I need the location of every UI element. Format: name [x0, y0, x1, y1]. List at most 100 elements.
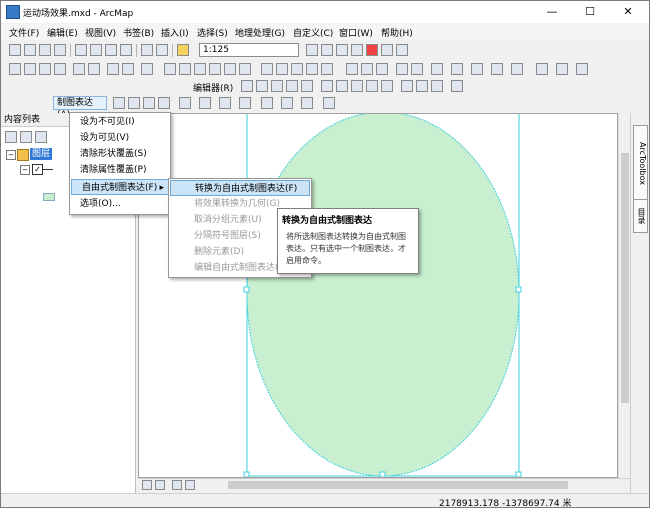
- edit-vertices-icon[interactable]: [321, 80, 333, 92]
- undo-icon[interactable]: [141, 44, 153, 56]
- menu-set-visible[interactable]: 设为可见(V): [70, 130, 170, 146]
- search-window-icon[interactable]: [351, 44, 363, 56]
- time-slider-icon[interactable]: [276, 63, 288, 75]
- menu-free-representation[interactable]: 自由式制图表达(F) ▸: [71, 179, 169, 195]
- rotate-tool-icon[interactable]: [261, 97, 273, 109]
- open-folder-icon[interactable]: [24, 44, 36, 56]
- warp-tool-icon[interactable]: [239, 97, 251, 109]
- find-icon[interactable]: [194, 63, 206, 75]
- resize-tool-icon[interactable]: [281, 97, 293, 109]
- zoom-in-icon[interactable]: [9, 63, 21, 75]
- layer-visibility-checkbox[interactable]: ✓: [32, 164, 43, 175]
- go-to-xy-icon[interactable]: [209, 63, 221, 75]
- identify-icon[interactable]: [179, 63, 191, 75]
- move-tool-icon[interactable]: [219, 97, 231, 109]
- reshape-icon[interactable]: [336, 80, 348, 92]
- lasso-select-icon[interactable]: [143, 97, 155, 109]
- arc-segment-icon[interactable]: [286, 80, 298, 92]
- measure-icon[interactable]: [224, 63, 236, 75]
- menu-file[interactable]: 文件(F): [9, 26, 39, 39]
- menu-view[interactable]: 视图(V): [85, 26, 116, 39]
- menu-insert[interactable]: 插入(I): [161, 26, 189, 39]
- layout-view-icon[interactable]: [155, 480, 165, 490]
- back-extent-icon[interactable]: [107, 63, 119, 75]
- group-select-icon[interactable]: [158, 97, 170, 109]
- layer-collapse-toggle[interactable]: −: [20, 165, 30, 175]
- select-by-rectangle-icon[interactable]: [141, 63, 153, 75]
- close-button[interactable]: ✕: [609, 3, 647, 21]
- menu-geoprocessing[interactable]: 地理处理(G): [235, 26, 285, 39]
- layers-collapse-toggle[interactable]: −: [6, 150, 16, 160]
- straight-segment-icon[interactable]: [271, 80, 283, 92]
- globe-icon[interactable]: [536, 63, 548, 75]
- representation-menu-button[interactable]: 制图表达(A): [53, 96, 107, 120]
- map-view[interactable]: [138, 113, 618, 478]
- minimize-button[interactable]: —: [533, 3, 571, 21]
- delete-icon[interactable]: [120, 44, 132, 56]
- horizontal-scroll-thumb[interactable]: [228, 481, 568, 489]
- editor-menu-button[interactable]: 编辑器(R): [193, 81, 233, 94]
- graphics-icon[interactable]: [556, 63, 568, 75]
- scale-dropdown[interactable]: 1:125: [199, 43, 299, 57]
- magnifier-icon[interactable]: [321, 63, 333, 75]
- order-icon[interactable]: [511, 63, 523, 75]
- submenu-convert-to-free-representation[interactable]: 转换为自由式制图表达(F): [170, 180, 310, 196]
- menu-selection[interactable]: 选择(S): [197, 26, 228, 39]
- cut-icon[interactable]: [75, 44, 87, 56]
- menu-options[interactable]: 选项(O)...: [70, 196, 170, 212]
- grid-icon[interactable]: [411, 63, 423, 75]
- maximize-button[interactable]: ☐: [571, 3, 609, 21]
- distribute-icon[interactable]: [491, 63, 503, 75]
- select-elements-icon[interactable]: [164, 63, 176, 75]
- redo-icon[interactable]: [156, 44, 168, 56]
- create-features-icon[interactable]: [431, 80, 443, 92]
- edit-annotation-icon[interactable]: [256, 80, 268, 92]
- new-document-icon[interactable]: [9, 44, 21, 56]
- menu-help[interactable]: 帮助(H): [381, 26, 413, 39]
- trace-icon[interactable]: [301, 80, 313, 92]
- print-icon[interactable]: [54, 44, 66, 56]
- menu-clear-attribute-override[interactable]: 清除属性覆盖(P): [70, 162, 170, 178]
- html-popup-icon[interactable]: [261, 63, 273, 75]
- menu-customize[interactable]: 自定义(C): [293, 26, 333, 39]
- menu-bookmarks[interactable]: 书签(B): [123, 26, 154, 39]
- add-data-icon[interactable]: [177, 44, 189, 56]
- representation-properties-icon[interactable]: [323, 97, 335, 109]
- hyperlink-icon[interactable]: [239, 63, 251, 75]
- arctoolbox-icon[interactable]: [366, 44, 378, 56]
- flip-tool-icon[interactable]: [301, 97, 313, 109]
- arctoolbox-tab[interactable]: ArcToolbox: [633, 125, 648, 201]
- catalog-icon[interactable]: [336, 44, 348, 56]
- erase-tool-icon[interactable]: [199, 97, 211, 109]
- python-icon[interactable]: [381, 44, 393, 56]
- create-viewer-icon[interactable]: [291, 63, 303, 75]
- zoom-out-icon[interactable]: [24, 63, 36, 75]
- overview-icon[interactable]: [306, 63, 318, 75]
- select-tool-icon[interactable]: [113, 97, 125, 109]
- full-extent-icon[interactable]: [54, 63, 66, 75]
- fixed-zoom-in-icon[interactable]: [73, 63, 85, 75]
- list-by-drawing-order-icon[interactable]: [5, 131, 17, 143]
- rotate-feature-icon[interactable]: [381, 80, 393, 92]
- draft-icon[interactable]: [396, 63, 408, 75]
- table-of-contents-icon[interactable]: [321, 44, 333, 56]
- layers-label[interactable]: 图层: [30, 148, 53, 160]
- forward-extent-icon[interactable]: [122, 63, 134, 75]
- rotate-icon[interactable]: [431, 63, 443, 75]
- properties-icon[interactable]: [451, 63, 463, 75]
- fixed-zoom-out-icon[interactable]: [88, 63, 100, 75]
- align-icon[interactable]: [471, 63, 483, 75]
- attributes-icon[interactable]: [401, 80, 413, 92]
- editor-toolbar-icon[interactable]: [306, 44, 318, 56]
- menu-clear-shape-override[interactable]: 清除形状覆盖(S): [70, 146, 170, 162]
- pan-icon[interactable]: [39, 63, 51, 75]
- chart-icon[interactable]: [576, 63, 588, 75]
- split-icon[interactable]: [366, 80, 378, 92]
- list-by-visibility-icon[interactable]: [35, 131, 47, 143]
- modelbuilder-icon[interactable]: [396, 44, 408, 56]
- paste-icon[interactable]: [105, 44, 117, 56]
- pause-drawing-icon[interactable]: [185, 480, 195, 490]
- refresh-icon[interactable]: [172, 480, 182, 490]
- sketch-properties-icon[interactable]: [416, 80, 428, 92]
- data-view-icon[interactable]: [142, 480, 152, 490]
